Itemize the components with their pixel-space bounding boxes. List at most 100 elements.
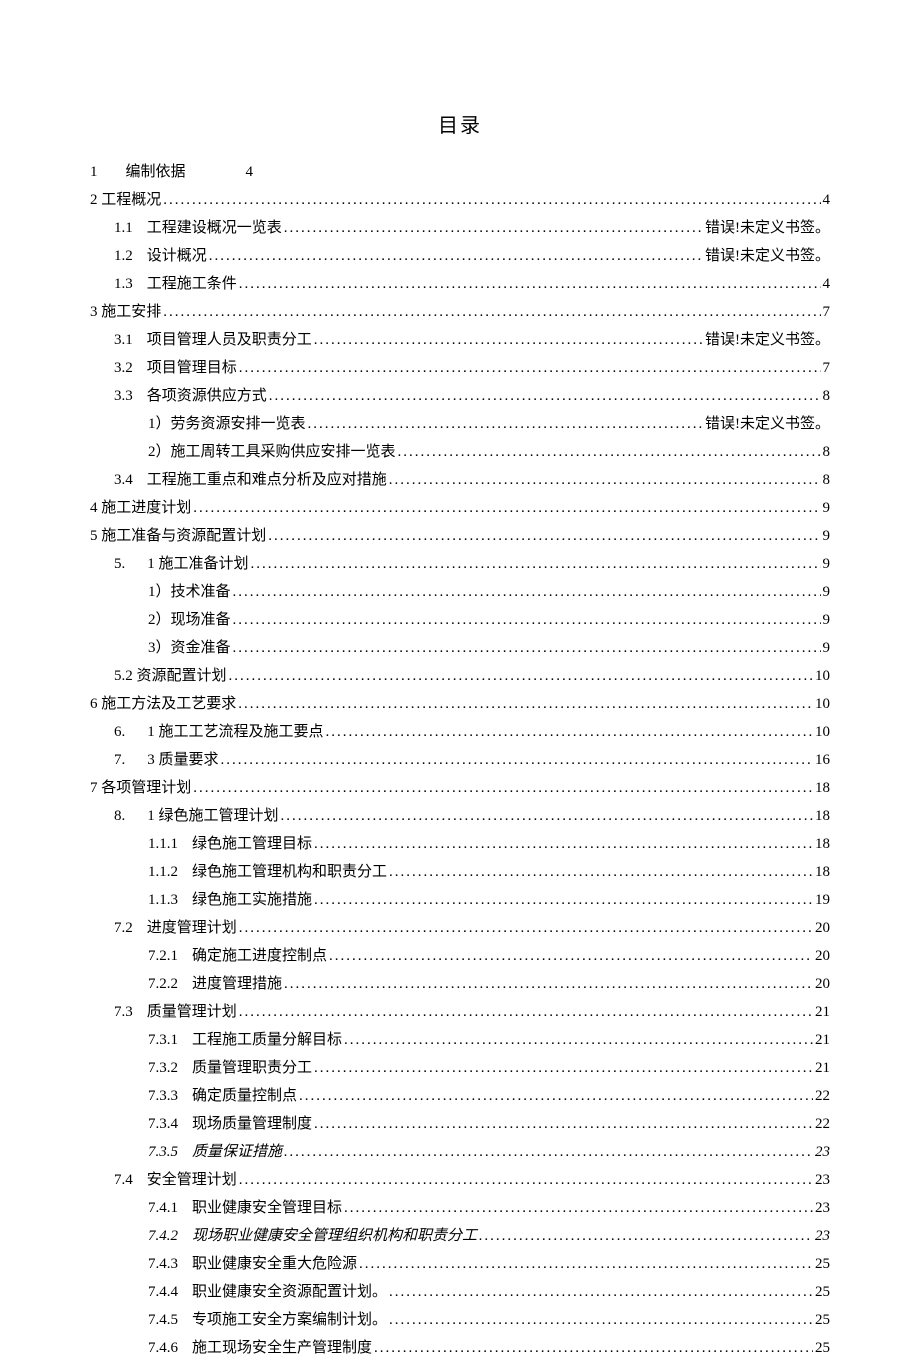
toc-label: 7.3 质量要求 [114, 748, 219, 772]
toc-row: 3 施工安排..................................… [90, 300, 830, 324]
toc-page: 9 [823, 580, 831, 604]
toc-leader: ........................................… [314, 832, 813, 856]
toc-row: 1.1.3绿色施工实施措施...........................… [90, 888, 830, 912]
toc-leader: ........................................… [398, 440, 821, 464]
toc-leader: ........................................… [229, 664, 813, 688]
toc-label: 8.1 绿色施工管理计划 [114, 804, 279, 828]
toc-row: 3）资金准备..................................… [90, 636, 830, 660]
toc-row: 7.3.1工程施工质量分解目标.........................… [90, 1028, 830, 1052]
toc-label: 3）资金准备 [148, 636, 231, 660]
toc-leader: ........................................… [314, 888, 813, 912]
toc-row: 7.4.5专项施工安全方案编制计划。......................… [90, 1308, 830, 1332]
toc-label: 7.2.2进度管理措施 [148, 972, 282, 996]
toc-page: 20 [815, 944, 830, 968]
toc-page: 错误!未定义书签。 [705, 412, 830, 436]
toc-row: 2）现场准备..................................… [90, 608, 830, 632]
toc-page: 20 [815, 972, 830, 996]
toc-row: 3.4工程施工重点和难点分析及应对措施.....................… [90, 468, 830, 492]
toc-page: 错误!未定义书签。 [705, 244, 830, 268]
toc-label: 1.2设计概况 [114, 244, 207, 268]
toc-leader: ........................................… [299, 1084, 813, 1108]
toc-label: 7.3.4现场质量管理制度 [148, 1112, 312, 1136]
toc-label: 5 施工准备与资源配置计划 [90, 524, 266, 548]
toc-page: 18 [815, 804, 830, 828]
toc-label: 1编制依据 [90, 160, 186, 184]
toc-row: 7.4.6施工现场安全生产管理制度.......................… [90, 1336, 830, 1360]
toc-leader: ........................................… [233, 636, 821, 660]
toc-page: 20 [815, 916, 830, 940]
toc-leader: ........................................… [479, 1224, 813, 1248]
toc-page: 23 [815, 1168, 830, 1192]
toc-page: 4 [823, 188, 831, 212]
toc-title: 目录 [90, 110, 830, 142]
toc-page: 18 [815, 776, 830, 800]
toc-page: 4 [823, 272, 831, 296]
toc-leader: ........................................… [389, 1308, 813, 1332]
toc-leader: ........................................… [233, 580, 821, 604]
toc-label: 3.1项目管理人员及职责分工 [114, 328, 312, 352]
toc-label: 7.4.5专项施工安全方案编制计划。 [148, 1308, 387, 1332]
toc-leader: ........................................… [284, 216, 703, 240]
toc-page: 23 [815, 1224, 830, 1248]
toc-leader: ........................................… [239, 272, 821, 296]
toc-leader: ........................................… [239, 1000, 813, 1024]
toc-leader: ........................................… [239, 1168, 813, 1192]
toc-label: 6.1 施工工艺流程及施工要点 [114, 720, 324, 744]
toc-page: 8 [823, 468, 831, 492]
toc-row: 7.4.3职业健康安全重大危险源........................… [90, 1252, 830, 1276]
toc-label: 6 施工方法及工艺要求 [90, 692, 236, 716]
toc-label: 1.1工程建设概况一览表 [114, 216, 282, 240]
toc-row: 7.4安全管理计划...............................… [90, 1168, 830, 1192]
toc-label: 5.1 施工准备计划 [114, 552, 249, 576]
toc-row: 7.3质量管理计划...............................… [90, 1000, 830, 1024]
toc-page: 25 [815, 1252, 830, 1276]
toc-leader: ........................................… [374, 1336, 813, 1360]
toc-row: 3.3各项资源供应方式.............................… [90, 384, 830, 408]
toc-row: 7.2.1确定施工进度控制点..........................… [90, 944, 830, 968]
toc-row: 1.3工程施工条件...............................… [90, 272, 830, 296]
toc-row: 7.3 质量要求................................… [90, 748, 830, 772]
toc-leader: ........................................… [326, 720, 813, 744]
toc-label: 7.4.2现场职业健康安全管理组织机构和职责分工 [148, 1224, 477, 1248]
toc-row: 3.1项目管理人员及职责分工..........................… [90, 328, 830, 352]
toc-row: 2 工程概况..................................… [90, 188, 830, 212]
toc-leader: ........................................… [238, 692, 813, 716]
toc-leader: ........................................… [389, 468, 821, 492]
toc-leader: ........................................… [314, 1056, 813, 1080]
toc-row: 8.1 绿色施工管理计划............................… [90, 804, 830, 828]
toc-page: 7 [823, 356, 831, 380]
toc-row: 5.2 资源配置计划..............................… [90, 664, 830, 688]
toc-row: 7.4.1职业健康安全管理目标.........................… [90, 1196, 830, 1220]
toc-label: 1）劳务资源安排一览表 [148, 412, 306, 436]
toc-row: 7 各项管理计划................................… [90, 776, 830, 800]
toc-page: 18 [815, 860, 830, 884]
toc-page: 9 [823, 524, 831, 548]
toc-label: 7 各项管理计划 [90, 776, 191, 800]
toc-row: 3.2项目管理目标...............................… [90, 356, 830, 380]
toc-leader: ........................................… [239, 916, 813, 940]
toc-row: 7.3.4现场质量管理制度...........................… [90, 1112, 830, 1136]
toc-leader: ........................................… [209, 244, 703, 268]
toc-leader: ........................................… [314, 1112, 813, 1136]
toc-page: 21 [815, 1000, 830, 1024]
toc-row: 6 施工方法及工艺要求.............................… [90, 692, 830, 716]
toc-label: 1.1.2绿色施工管理机构和职责分工 [148, 860, 387, 884]
toc-leader: ........................................… [389, 860, 813, 884]
toc-label: 3.3各项资源供应方式 [114, 384, 267, 408]
toc-page: 25 [815, 1336, 830, 1360]
toc-label: 3.2项目管理目标 [114, 356, 237, 380]
toc-row: 7.2.2进度管理措施.............................… [90, 972, 830, 996]
toc-row: 5.1 施工准备计划..............................… [90, 552, 830, 576]
toc-row: 7.3.3确定质量控制点............................… [90, 1084, 830, 1108]
toc-container: 1编制依据42 工程概况............................… [90, 160, 830, 1360]
toc-page: 错误!未定义书签。 [705, 328, 830, 352]
toc-label: 3 施工安排 [90, 300, 161, 324]
toc-label: 1.1.1绿色施工管理目标 [148, 832, 312, 856]
toc-label: 1.3工程施工条件 [114, 272, 237, 296]
toc-leader: ........................................… [359, 1252, 813, 1276]
toc-leader: ........................................… [344, 1196, 813, 1220]
toc-label: 2）施工周转工具采购供应安排一览表 [148, 440, 396, 464]
toc-label: 7.4.6施工现场安全生产管理制度 [148, 1336, 372, 1360]
toc-page: 错误!未定义书签。 [705, 216, 830, 240]
toc-row: 7.3.2质量管理职责分工...........................… [90, 1056, 830, 1080]
